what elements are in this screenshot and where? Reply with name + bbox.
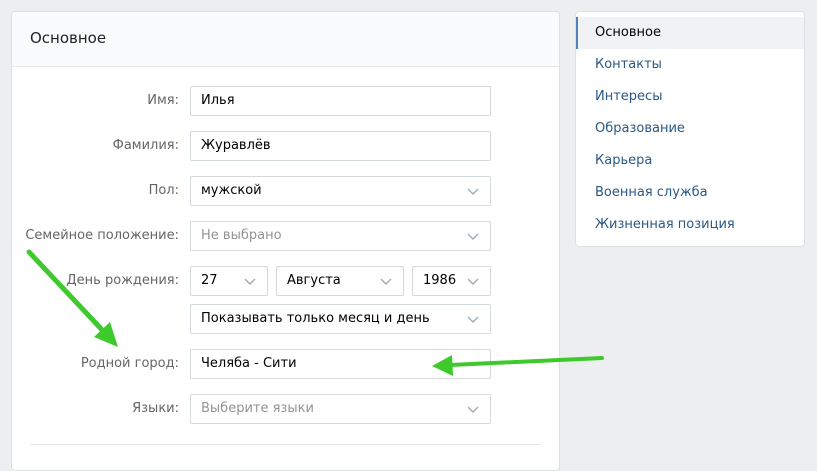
annotation-arrows	[26, 249, 604, 376]
arrow-icon	[432, 355, 604, 376]
arrow-icon	[26, 249, 118, 347]
